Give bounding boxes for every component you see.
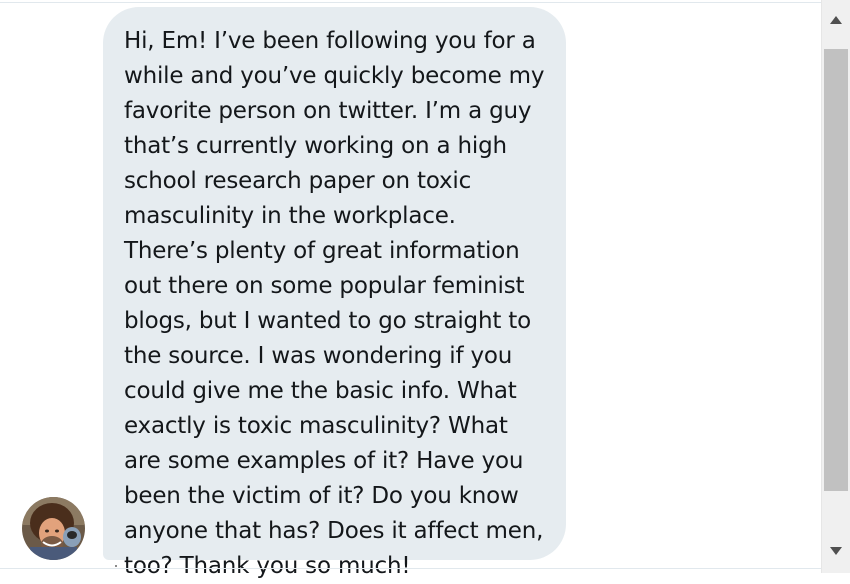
sender-avatar[interactable]	[22, 497, 85, 560]
received-message-bubble[interactable]: Hi, Em! I’ve been following you for a wh…	[103, 7, 566, 579]
message-text: Hi, Em! I’ve been following you for a wh…	[124, 28, 545, 579]
scrollbar-thumb[interactable]	[824, 49, 848, 491]
bottom-divider	[0, 568, 821, 569]
dm-conversation-pane: Hi, Em! I’ve been following you for a wh…	[0, 0, 850, 579]
scroll-indicator-dot	[115, 565, 117, 567]
scroll-up-button[interactable]	[822, 3, 850, 37]
triangle-down-icon	[830, 547, 842, 555]
vertical-scrollbar[interactable]	[821, 0, 850, 573]
scroll-down-button[interactable]	[822, 534, 850, 568]
avatar-photo-icon	[22, 497, 85, 560]
triangle-up-icon	[830, 16, 842, 24]
top-divider	[0, 2, 821, 3]
